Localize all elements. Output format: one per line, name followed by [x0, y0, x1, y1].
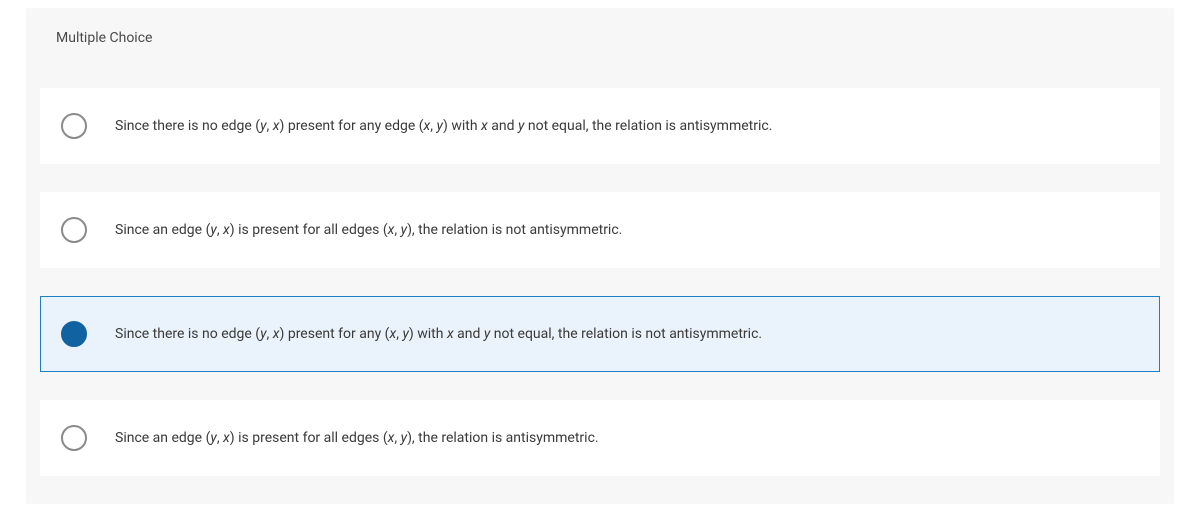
- option-text: Since an edge (y, x) is present for all …: [115, 428, 599, 449]
- option-row-0[interactable]: Since there is no edge (y, x) present fo…: [40, 88, 1160, 164]
- options-wrapper: Since there is no edge (y, x) present fo…: [26, 68, 1174, 504]
- option-text: Since an edge (y, x) is present for all …: [115, 220, 622, 241]
- quiz-container: Multiple Choice Since there is no edge (…: [26, 8, 1174, 504]
- option-text: Since there is no edge (y, x) present fo…: [115, 116, 772, 137]
- option-row-1[interactable]: Since an edge (y, x) is present for all …: [40, 192, 1160, 268]
- option-row-3[interactable]: Since an edge (y, x) is present for all …: [40, 400, 1160, 476]
- quiz-header: Multiple Choice: [26, 8, 1174, 68]
- quiz-title: Multiple Choice: [56, 30, 152, 46]
- option-row-2[interactable]: Since there is no edge (y, x) present fo…: [40, 296, 1160, 372]
- option-text: Since there is no edge (y, x) present fo…: [115, 324, 762, 345]
- radio-icon[interactable]: [61, 425, 87, 451]
- radio-icon[interactable]: [61, 217, 87, 243]
- radio-icon[interactable]: [61, 321, 87, 347]
- radio-icon[interactable]: [61, 113, 87, 139]
